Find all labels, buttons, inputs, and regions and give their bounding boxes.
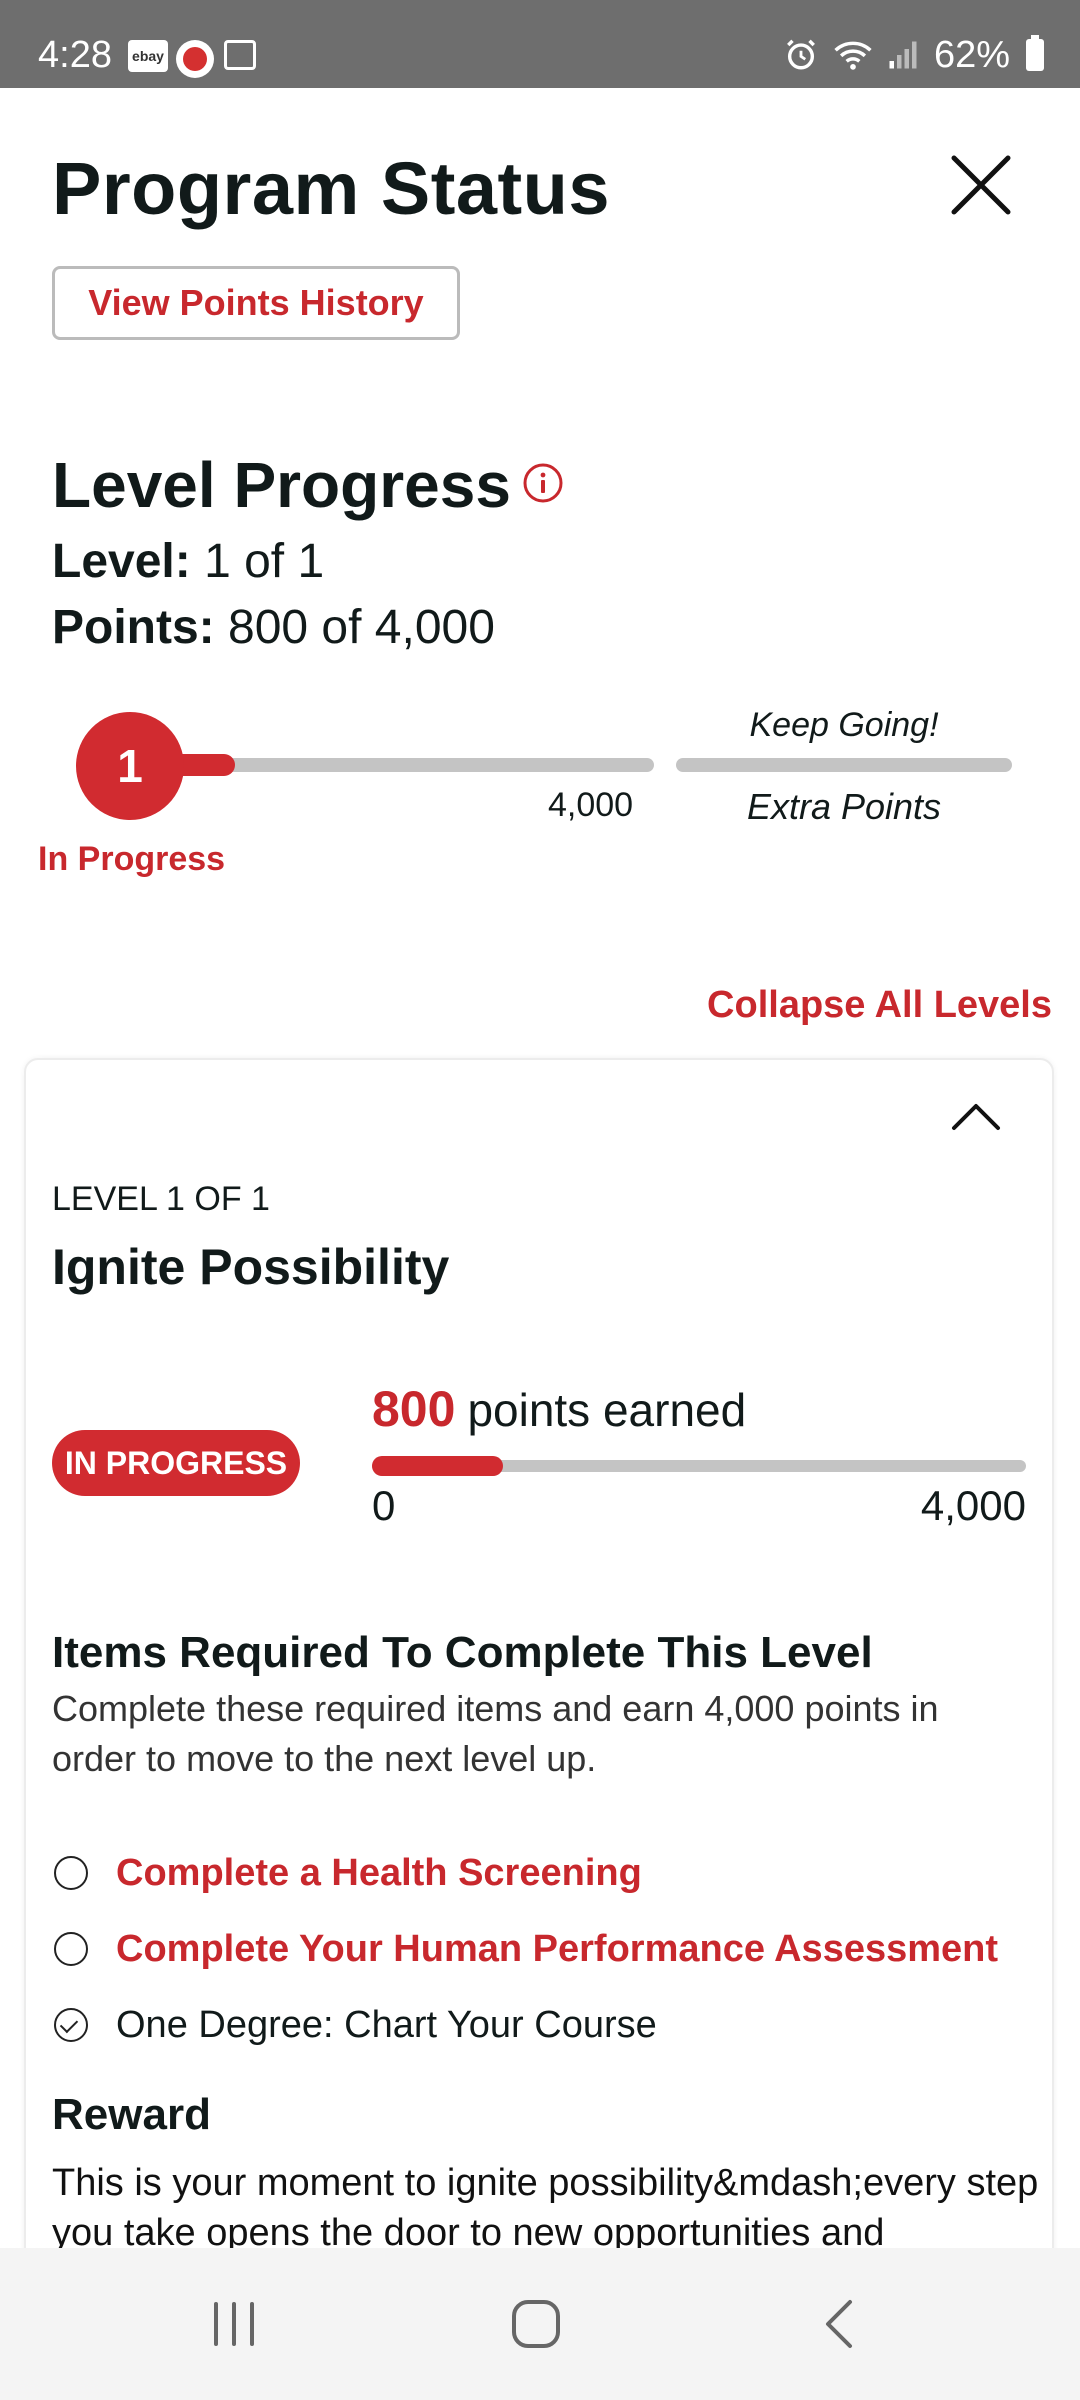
card-range-max: 4,000 <box>920 1482 1026 1529</box>
status-bar: 4:28 ebay 62% <box>0 0 1080 88</box>
close-icon <box>951 155 1011 215</box>
points-earned-value: 800 <box>372 1381 456 1437</box>
signal-icon <box>889 41 917 69</box>
battery-percent: 62% <box>933 34 1010 76</box>
reward-text: This is your moment to ignite possibilit… <box>52 2162 1039 2254</box>
vpn-shield-icon <box>176 40 214 78</box>
level-label: Level: <box>52 535 191 588</box>
card-progress-fill <box>372 1456 503 1476</box>
wifi-icon <box>834 41 872 70</box>
alarm-icon <box>786 39 815 70</box>
unchecked-circle-icon <box>54 1856 88 1890</box>
required-item-label[interactable]: Complete a Health Screening <box>116 1852 642 1895</box>
status-time: 4:28 <box>38 34 112 76</box>
info-icon[interactable] <box>522 462 564 504</box>
battery-icon <box>1026 35 1044 71</box>
points-line: Points: 800 of 4,000 <box>52 600 495 655</box>
chevron-up-icon[interactable] <box>948 1096 1004 1136</box>
recents-icon[interactable] <box>204 2294 264 2354</box>
home-icon[interactable] <box>506 2294 566 2354</box>
back-icon[interactable] <box>812 2294 872 2354</box>
system-nav-bar <box>0 2248 1080 2400</box>
level-max-label: 4,000 <box>548 786 634 824</box>
unchecked-circle-icon <box>54 1932 88 1966</box>
close-button[interactable] <box>946 150 1016 220</box>
keep-going-label: Keep Going! <box>749 706 939 744</box>
level-eyebrow: LEVEL 1 OF 1 <box>52 1180 270 1218</box>
level-value: 1 of 1 <box>204 535 325 588</box>
points-label: Points: <box>52 601 215 654</box>
extra-points-label: Extra Points <box>746 786 942 827</box>
level-line: Level: 1 of 1 <box>52 534 324 589</box>
status-badge: IN PROGRESS <box>52 1430 300 1496</box>
required-item: One Degree: Chart Your Course <box>54 2000 657 2050</box>
points-value: 800 of 4,000 <box>228 601 495 654</box>
card-range-min: 0 <box>372 1482 396 1529</box>
required-item-label[interactable]: Complete Your Human Performance Assessme… <box>116 1928 998 1971</box>
collapse-all-levels-link[interactable]: Collapse All Levels <box>707 984 1052 1027</box>
current-level-marker: 1 <box>76 712 184 820</box>
checked-circle-icon <box>54 2008 88 2042</box>
required-item[interactable]: Complete a Health Screening <box>54 1848 642 1898</box>
reward-title: Reward <box>52 2090 211 2139</box>
view-points-history-button[interactable]: View Points History <box>52 266 460 340</box>
page-title: Program Status <box>52 147 611 230</box>
level-progress-title: Level Progress <box>52 449 511 521</box>
gallery-icon <box>224 40 256 70</box>
level-status-label: In Progress <box>38 840 226 878</box>
ebay-icon: ebay <box>128 40 168 72</box>
points-earned: 800 points earned <box>372 1380 746 1438</box>
required-items-description: Complete these required items and earn 4… <box>52 1688 939 1779</box>
level-name: Ignite Possibility <box>52 1239 450 1295</box>
required-item[interactable]: Complete Your Human Performance Assessme… <box>54 1924 998 1974</box>
required-items-title: Items Required To Complete This Level <box>52 1628 873 1677</box>
status-right-icons: 62% <box>784 34 1044 76</box>
required-item-label: One Degree: Chart Your Course <box>116 2003 657 2046</box>
extra-points-track <box>676 758 1012 772</box>
points-earned-suffix: points earned <box>467 1384 747 1436</box>
